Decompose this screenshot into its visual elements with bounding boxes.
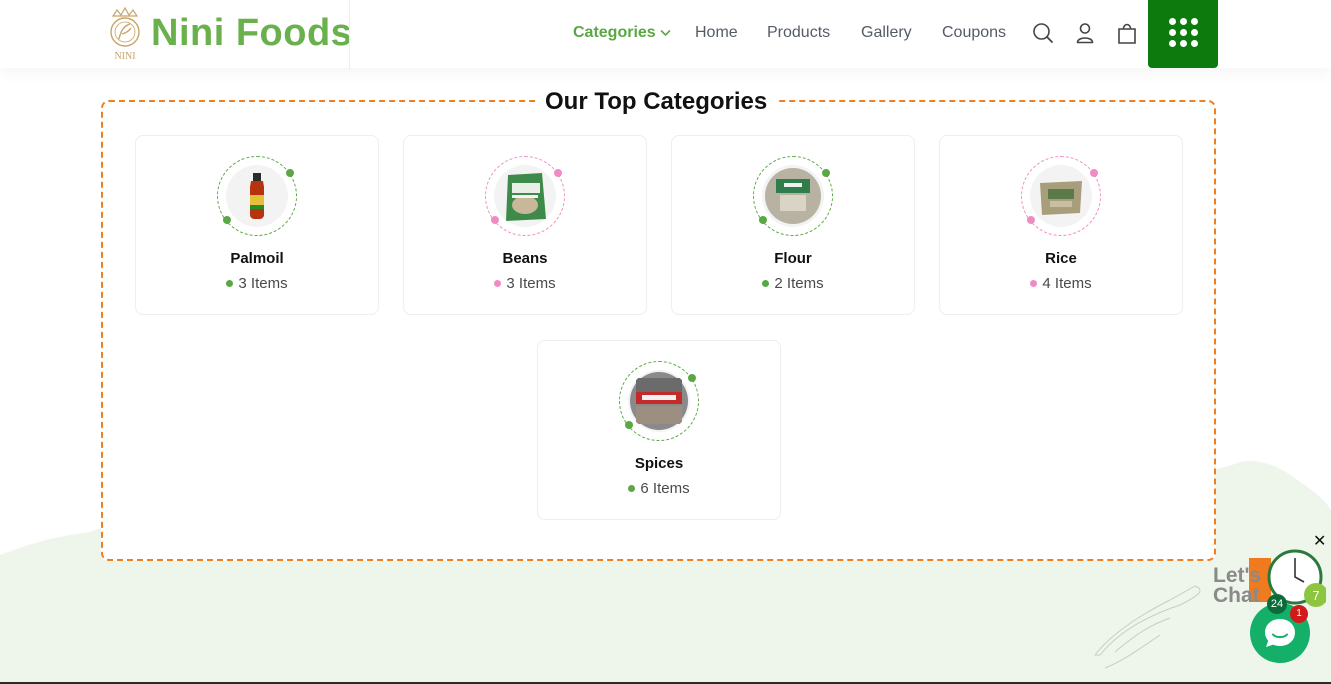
spices-bag-image [628, 370, 690, 432]
beans-bag-image [494, 165, 556, 227]
chevron-down-icon [660, 24, 671, 42]
category-count-text: 3 Items [506, 275, 556, 292]
nav-home[interactable]: Home [695, 24, 738, 42]
accent-dot [1090, 169, 1098, 177]
category-card-palmoil[interactable]: Palmoil 3 Items [135, 135, 379, 315]
nav-gallery[interactable]: Gallery [861, 24, 912, 42]
count-dot [1030, 279, 1038, 287]
rice-bag-image [1030, 165, 1092, 227]
category-count-text: 4 Items [1042, 275, 1092, 292]
nav-categories[interactable]: Categories [573, 24, 671, 42]
section-title: Our Top Categories [536, 88, 777, 116]
shopping-bag-icon[interactable] [1116, 22, 1138, 44]
header-divider [349, 0, 350, 70]
category-thumb-ring [619, 361, 699, 441]
category-name: Rice [1045, 250, 1077, 267]
grid-menu-button[interactable] [1148, 0, 1218, 68]
category-count: 2 Items [672, 275, 914, 292]
svg-text:NINI: NINI [114, 51, 135, 62]
count-dot [226, 279, 234, 287]
chat-label-line1: Let's [1213, 564, 1262, 587]
category-count: 6 Items [538, 480, 780, 497]
category-count-text: 2 Items [774, 275, 824, 292]
accent-dot [688, 374, 696, 382]
category-count: 4 Items [940, 275, 1182, 292]
category-name: Palmoil [230, 250, 284, 267]
accent-dot [1027, 216, 1035, 224]
category-thumb-ring [1021, 156, 1101, 236]
category-thumb-ring [753, 156, 833, 236]
nav-coupons[interactable]: Coupons [942, 24, 1006, 42]
palmoil-bottle-image [226, 165, 288, 227]
count-dot [494, 279, 502, 287]
category-name: Flour [774, 250, 812, 267]
accent-dot [625, 421, 633, 429]
site-header: NINI Nini Foods Categories Home Products… [0, 0, 1331, 70]
category-count: 3 Items [404, 275, 646, 292]
accent-dot [286, 169, 294, 177]
flour-bag-image [762, 165, 824, 227]
category-card-beans[interactable]: Beans 3 Items [403, 135, 647, 315]
category-card-flour[interactable]: Flour 2 Items [671, 135, 915, 315]
category-name: Beans [502, 250, 548, 267]
category-name: Spices [634, 455, 684, 472]
category-thumb-ring [485, 156, 565, 236]
chat-label[interactable]: Let's Chat [1213, 564, 1262, 606]
accent-dot [822, 169, 830, 177]
badge-24: 24 [1267, 594, 1287, 614]
accent-dot [223, 216, 231, 224]
brand-emblem-logo[interactable]: NINI [104, 6, 146, 62]
category-count-text: 3 Items [238, 275, 288, 292]
category-thumb-ring [217, 156, 297, 236]
nav-products[interactable]: Products [767, 24, 830, 42]
category-card-spices[interactable]: Spices 6 Items [537, 340, 781, 520]
badge-7-text: 7 [1312, 588, 1319, 603]
unread-count-badge: 1 [1290, 605, 1308, 623]
count-dot [762, 279, 770, 287]
nav-categories-label: Categories [573, 24, 656, 42]
category-card-rice[interactable]: Rice 4 Items [939, 135, 1183, 315]
category-count: 3 Items [136, 275, 378, 292]
search-icon[interactable] [1032, 22, 1054, 44]
brand-name[interactable]: Nini Foods [151, 12, 352, 55]
category-count-text: 6 Items [640, 480, 690, 497]
accent-dot [554, 169, 562, 177]
user-icon[interactable] [1074, 22, 1096, 44]
count-dot [628, 484, 636, 492]
accent-dot [491, 216, 499, 224]
accent-dot [759, 216, 767, 224]
